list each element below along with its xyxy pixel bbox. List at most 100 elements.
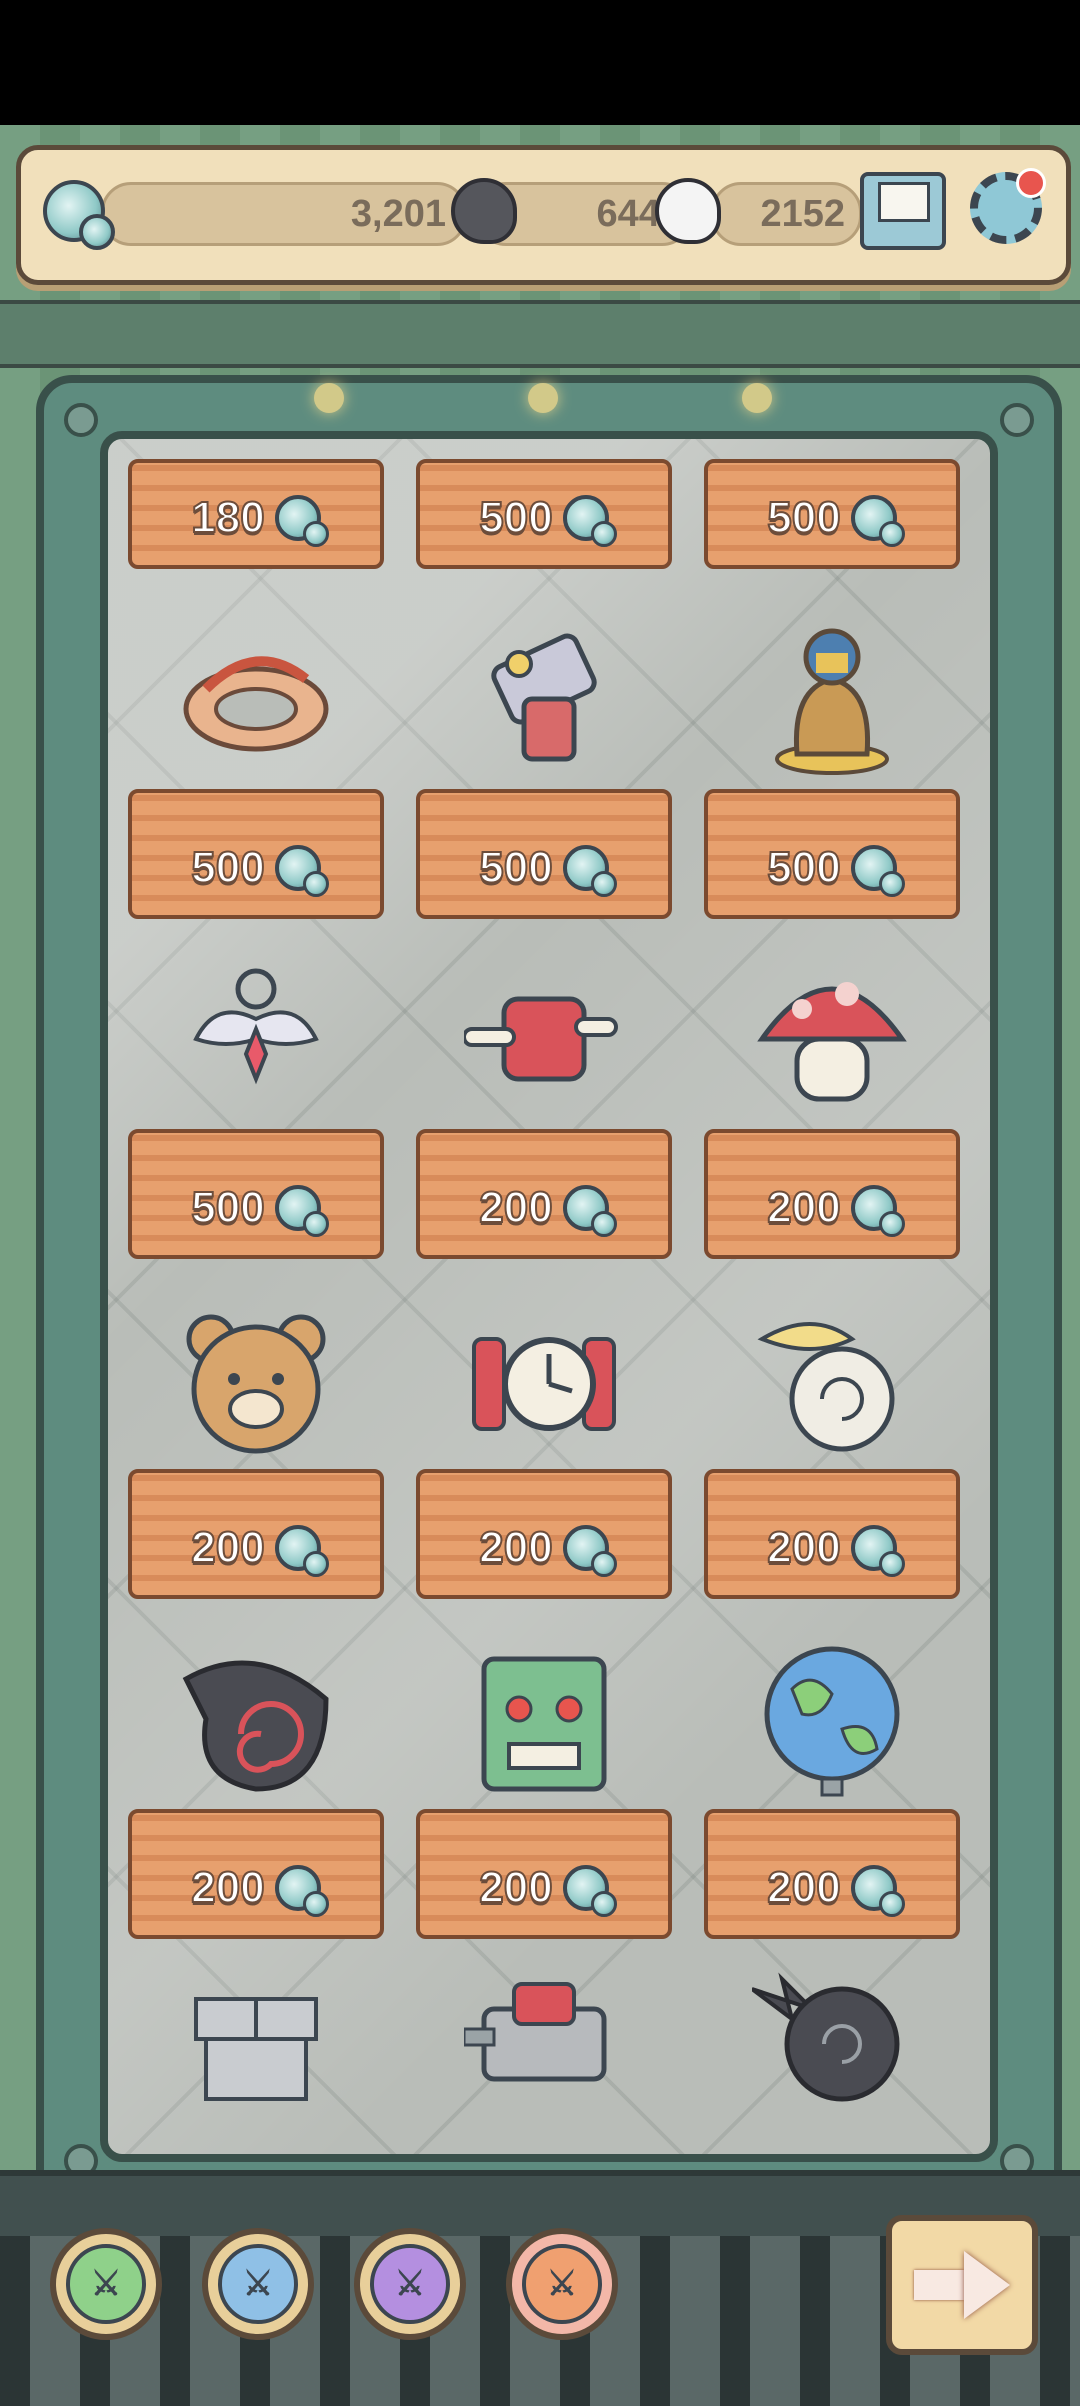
price-tag: 200 [704, 1862, 960, 1917]
price-tag: 200 [128, 1862, 384, 1917]
shop-item-teddy-bear-head[interactable]: 200 [128, 1279, 384, 1599]
shop-item-coiled-dragon-ring[interactable]: 500 [128, 599, 384, 919]
status-bar [0, 0, 1080, 125]
shop-item-bat-wing-shell[interactable] [704, 1939, 960, 2154]
price-tag: 500 [704, 842, 960, 897]
orb-currency-icon [274, 1525, 329, 1577]
arrow-head [964, 2251, 1010, 2319]
orb-currency-icon [562, 495, 617, 547]
next-button[interactable] [886, 2215, 1038, 2355]
shop-item-red-mushroom[interactable]: 200 [704, 939, 960, 1259]
price-value: 500 [190, 1182, 265, 1233]
shop-item-winged-pendant[interactable]: 500 [128, 939, 384, 1259]
tab-blue-sword[interactable]: ⚔ [202, 2228, 314, 2340]
orb-currency-icon [850, 1525, 905, 1577]
mail-icon[interactable] [860, 172, 946, 250]
golden-pharaoh-urn-icon [752, 619, 912, 779]
winged-shell-icon [752, 1299, 912, 1459]
sword-icon: ⚔ [66, 2244, 146, 2324]
price-value: 500 [766, 842, 841, 893]
green-demon-totem-icon [464, 1639, 624, 1799]
price-value: 500 [766, 492, 841, 543]
orb-currency-icon [850, 1185, 905, 1237]
price-value: 200 [190, 1862, 265, 1913]
shop-item-golden-pharaoh-urn[interactable]: 500 [704, 599, 960, 919]
orb-currency-icon [274, 845, 329, 897]
price-value: 500 [478, 492, 553, 543]
light-soul-value: 2152 [760, 193, 845, 235]
price-value: 200 [478, 1182, 553, 1233]
orb-currency-icon [562, 845, 617, 897]
price-tag: 200 [704, 1522, 960, 1577]
mechanical-turret-icon [464, 1959, 624, 2119]
bolt-icon [1000, 403, 1034, 437]
price-value: 180 [190, 492, 265, 543]
price-tag: 200 [704, 1182, 960, 1237]
price-tag: 200 [128, 1522, 384, 1577]
price-tag: 500 [416, 842, 672, 897]
winged-pendant-icon [176, 959, 336, 1119]
lamp-icon [528, 383, 558, 413]
shop-item-spiral-horn-shell[interactable]: 200 [128, 1619, 384, 1939]
price-tag: 200 [416, 1182, 672, 1237]
orb-currency-icon [274, 1185, 329, 1237]
shop-item-1[interactable]: 500 [416, 439, 672, 569]
price-value: 200 [478, 1862, 553, 1913]
orb-currency-icon [274, 1865, 329, 1917]
shop-item-0[interactable]: 180 [128, 439, 384, 569]
shop-item-stone-brick-pile[interactable] [128, 1939, 384, 2154]
price-tag: 500 [704, 492, 960, 547]
currency-bar: 3,201 6445 2152 [16, 145, 1071, 285]
background-pipe [0, 300, 1080, 368]
shop-item-2[interactable]: 500 [704, 439, 960, 569]
lamp-icon [314, 383, 344, 413]
orb-currency-icon [850, 845, 905, 897]
shop-item-cannon-gauntlet[interactable]: 500 [416, 599, 672, 919]
world-globe-icon [752, 1639, 912, 1799]
price-value: 200 [478, 1522, 553, 1573]
shop-shelf-area: 180 500 500 500 500 500 500 200 200 200 … [100, 431, 998, 2162]
price-tag: 500 [128, 1182, 384, 1237]
tab-orange-sword[interactable]: ⚔ [506, 2228, 618, 2340]
shop-item-world-globe[interactable]: 200 [704, 1619, 960, 1939]
price-value: 200 [766, 1522, 841, 1573]
orb-currency-value: 3,201 [350, 193, 446, 235]
lamp-icon [742, 383, 772, 413]
price-value: 200 [766, 1862, 841, 1913]
shop-item-green-demon-totem[interactable]: 200 [416, 1619, 672, 1939]
arrow-right-icon [914, 2270, 964, 2300]
teddy-bear-head-icon [176, 1299, 336, 1459]
bolt-icon [64, 403, 98, 437]
orb-currency-icon [43, 180, 115, 250]
price-value: 200 [190, 1522, 265, 1573]
light-soul-icon [655, 178, 721, 244]
bat-wing-shell-icon [752, 1959, 912, 2119]
red-mushroom-icon [752, 959, 912, 1119]
orb-currency-pill: 3,201 [101, 182, 467, 246]
tab-green-sword[interactable]: ⚔ [50, 2228, 162, 2340]
price-value: 200 [766, 1182, 841, 1233]
dark-soul-icon [451, 178, 517, 244]
price-value: 500 [190, 842, 265, 893]
orb-currency-icon [562, 1185, 617, 1237]
dynamite-clock-bomb-icon [464, 1299, 624, 1459]
shop-item-winged-shell[interactable]: 200 [704, 1279, 960, 1599]
price-tag: 500 [128, 842, 384, 897]
sword-icon: ⚔ [522, 2244, 602, 2324]
light-soul-pill: 2152 [711, 182, 862, 246]
sword-icon: ⚔ [218, 2244, 298, 2324]
shop-item-meat-on-bone[interactable]: 200 [416, 939, 672, 1259]
tab-purple-sword[interactable]: ⚔ [354, 2228, 466, 2340]
orb-currency-icon [562, 1865, 617, 1917]
cannon-gauntlet-icon [464, 619, 624, 779]
orb-currency-icon [850, 495, 905, 547]
orb-currency-icon [274, 495, 329, 547]
gear-icon[interactable] [970, 168, 1046, 244]
shop-item-dynamite-clock-bomb[interactable]: 200 [416, 1279, 672, 1599]
notification-dot [1016, 168, 1046, 198]
price-value: 500 [478, 842, 553, 893]
sword-icon: ⚔ [370, 2244, 450, 2324]
price-tag: 200 [416, 1862, 672, 1917]
shop-item-mechanical-turret[interactable] [416, 1939, 672, 2154]
meat-on-bone-icon [464, 959, 624, 1119]
